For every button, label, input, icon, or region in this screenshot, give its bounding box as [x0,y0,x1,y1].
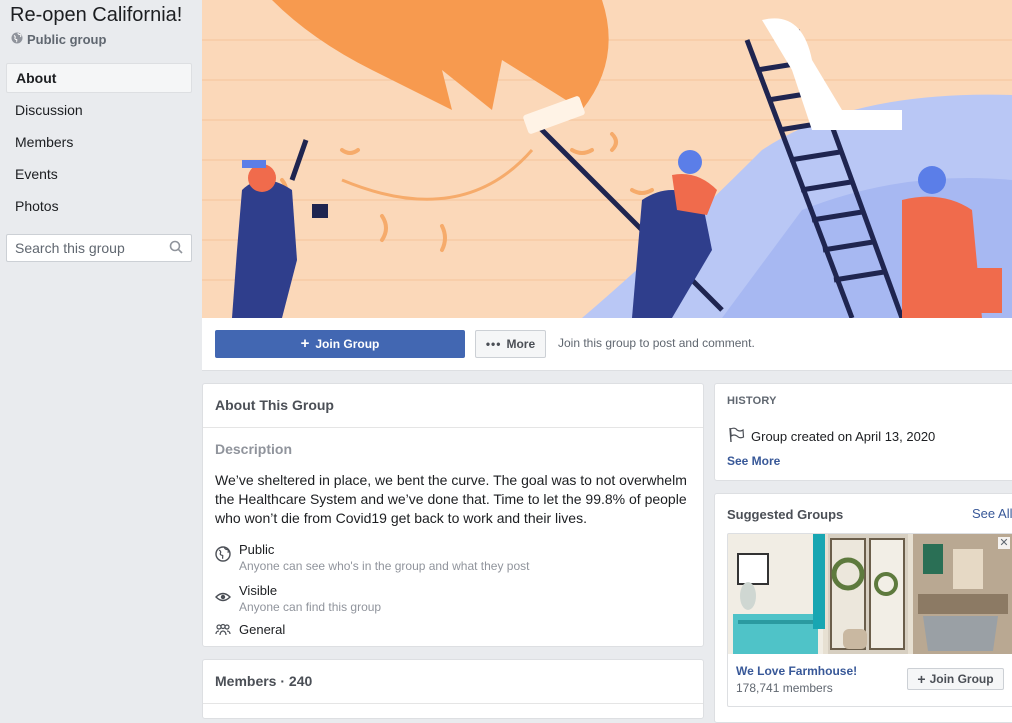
nav-item-discussion[interactable]: Discussion [6,95,192,125]
ellipsis-icon: ••• [485,337,502,351]
group-nav: About Discussion Members Events Photos [6,63,192,223]
group-type-label: Public group [27,32,107,47]
nav-item-events[interactable]: Events [6,159,192,189]
cover-illustration [202,0,1012,318]
privacy-title: Public [239,542,275,557]
close-icon[interactable]: ✕ [998,537,1010,549]
nav-item-members[interactable]: Members [6,127,192,157]
suggested-group-member-count: 178,741 members [736,681,833,695]
visibility-title: Visible [239,583,278,598]
eye-icon [215,583,231,615]
farmhouse-photo [728,534,1012,654]
see-more-link[interactable]: See More [727,454,780,468]
left-sidebar: Re-open California! Public group About D… [0,0,202,710]
description-label: Description [215,441,293,457]
cover-photo [202,0,1012,318]
see-all-link[interactable]: See All [972,506,1012,521]
privacy-row: Public Anyone can see who's in the group… [215,542,529,574]
flag-icon [727,427,745,446]
suggested-group-card: ✕ We Love Farmhouse! 178,741 members + J… [727,533,1012,707]
history-created-row: Group created on April 13, 2020 [727,427,935,446]
group-type: Public group [11,32,106,47]
globe-icon [11,32,23,47]
visibility-subtitle: Anyone can find this group [239,600,382,614]
join-group-button[interactable]: + Join Group [215,330,465,358]
group-title[interactable]: Re-open California! [10,4,182,27]
suggested-groups-heading: Suggested Groups [727,507,844,522]
join-group-label: Join Group [315,337,380,351]
suggested-join-group-button[interactable]: + Join Group [907,668,1004,690]
suggested-group-name[interactable]: We Love Farmhouse! [736,664,857,678]
join-bar: + Join Group ••• More Join this group to… [202,318,1012,371]
history-created-text: Group created on April 13, 2020 [751,429,936,444]
category-label: General [239,622,286,637]
members-card: Members · 240 [202,659,704,719]
join-hint: Join this group to post and comment. [558,336,755,350]
description-text: We’ve sheltered in place, we bent the cu… [215,472,687,526]
suggested-groups-card: Suggested Groups See All ✕ We Love Farmh… [714,493,1012,723]
people-icon [215,622,231,642]
nav-item-about[interactable]: About [6,63,192,93]
about-heading: About This Group [203,384,703,428]
category-row: General [215,622,285,642]
visibility-row: Visible Anyone can find this group [215,583,381,615]
plus-icon: + [917,671,926,687]
group-search [6,234,192,262]
globe-icon [215,542,231,574]
plus-icon: + [300,335,310,352]
more-button[interactable]: ••• More [475,330,546,358]
members-heading[interactable]: Members · 240 [203,660,703,704]
about-card: About This Group Description We’ve shelt… [202,383,704,647]
nav-item-photos[interactable]: Photos [6,191,192,221]
search-icon[interactable] [169,240,183,259]
history-card: HISTORY Group created on April 13, 2020 … [714,383,1012,481]
privacy-subtitle: Anyone can see who's in the group and wh… [239,559,530,573]
search-input[interactable] [7,235,167,261]
suggested-group-image[interactable]: ✕ [728,534,1012,654]
history-label: HISTORY [727,395,777,407]
suggested-join-label: Join Group [929,672,994,686]
more-label: More [506,337,536,351]
